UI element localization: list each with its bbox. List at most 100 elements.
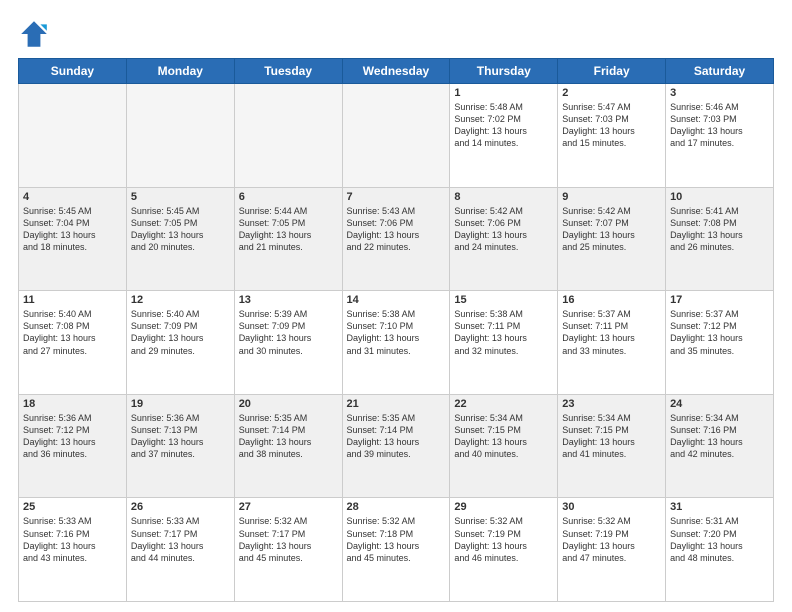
calendar-cell: 30 Sunrise: 5:32 AM Sunset: 7:19 PM Dayli… [558,498,666,602]
calendar-row-1: 4 Sunrise: 5:45 AM Sunset: 7:04 PM Daylig… [19,187,774,291]
day-info: Sunrise: 5:34 AM Sunset: 7:15 PM Dayligh… [562,412,661,461]
day-info: Sunrise: 5:40 AM Sunset: 7:09 PM Dayligh… [131,308,230,357]
day-info: Sunrise: 5:43 AM Sunset: 7:06 PM Dayligh… [347,205,446,254]
calendar-cell: 4 Sunrise: 5:45 AM Sunset: 7:04 PM Daylig… [19,187,127,291]
calendar-cell: 9 Sunrise: 5:42 AM Sunset: 7:07 PM Daylig… [558,187,666,291]
calendar-cell: 17 Sunrise: 5:37 AM Sunset: 7:12 PM Dayli… [666,291,774,395]
day-info: Sunrise: 5:32 AM Sunset: 7:18 PM Dayligh… [347,515,446,564]
day-number: 19 [131,398,230,410]
day-number: 26 [131,501,230,513]
day-number: 2 [562,87,661,99]
day-info: Sunrise: 5:45 AM Sunset: 7:04 PM Dayligh… [23,205,122,254]
day-info: Sunrise: 5:46 AM Sunset: 7:03 PM Dayligh… [670,101,769,150]
calendar-cell [234,84,342,188]
calendar-header-row: SundayMondayTuesdayWednesdayThursdayFrid… [19,59,774,84]
day-info: Sunrise: 5:32 AM Sunset: 7:17 PM Dayligh… [239,515,338,564]
calendar-cell: 1Sunrise: 5:48 AM Sunset: 7:02 PM Daylig… [450,84,558,188]
day-number: 11 [23,294,122,306]
calendar-cell [126,84,234,188]
day-info: Sunrise: 5:35 AM Sunset: 7:14 PM Dayligh… [347,412,446,461]
day-number: 17 [670,294,769,306]
calendar-cell: 16 Sunrise: 5:37 AM Sunset: 7:11 PM Dayli… [558,291,666,395]
day-number: 24 [670,398,769,410]
day-number: 9 [562,191,661,203]
calendar-cell: 14 Sunrise: 5:38 AM Sunset: 7:10 PM Dayli… [342,291,450,395]
calendar-cell: 2 Sunrise: 5:47 AM Sunset: 7:03 PM Daylig… [558,84,666,188]
day-info: Sunrise: 5:42 AM Sunset: 7:07 PM Dayligh… [562,205,661,254]
calendar-row-0: 1Sunrise: 5:48 AM Sunset: 7:02 PM Daylig… [19,84,774,188]
weekday-header-wednesday: Wednesday [342,59,450,84]
calendar-table: SundayMondayTuesdayWednesdayThursdayFrid… [18,58,774,602]
day-number: 18 [23,398,122,410]
day-number: 4 [23,191,122,203]
calendar-row-2: 11Sunrise: 5:40 AM Sunset: 7:08 PM Dayli… [19,291,774,395]
calendar-cell: 20 Sunrise: 5:35 AM Sunset: 7:14 PM Dayli… [234,394,342,498]
logo-icon [18,18,50,50]
calendar-cell [19,84,127,188]
calendar-cell: 10 Sunrise: 5:41 AM Sunset: 7:08 PM Dayli… [666,187,774,291]
day-info: Sunrise: 5:36 AM Sunset: 7:13 PM Dayligh… [131,412,230,461]
day-info: Sunrise: 5:39 AM Sunset: 7:09 PM Dayligh… [239,308,338,357]
day-number: 8 [454,191,553,203]
day-number: 7 [347,191,446,203]
calendar-cell: 25 Sunrise: 5:33 AM Sunset: 7:16 PM Dayli… [19,498,127,602]
weekday-header-saturday: Saturday [666,59,774,84]
day-number: 16 [562,294,661,306]
calendar-cell: 13 Sunrise: 5:39 AM Sunset: 7:09 PM Dayli… [234,291,342,395]
day-number: 3 [670,87,769,99]
calendar-cell: 15 Sunrise: 5:38 AM Sunset: 7:11 PM Dayli… [450,291,558,395]
calendar-row-4: 25 Sunrise: 5:33 AM Sunset: 7:16 PM Dayli… [19,498,774,602]
calendar-cell: 7 Sunrise: 5:43 AM Sunset: 7:06 PM Daylig… [342,187,450,291]
calendar-cell [342,84,450,188]
day-number: 6 [239,191,338,203]
day-info: Sunrise: 5:33 AM Sunset: 7:17 PM Dayligh… [131,515,230,564]
weekday-header-thursday: Thursday [450,59,558,84]
day-info: Sunrise: 5:32 AM Sunset: 7:19 PM Dayligh… [562,515,661,564]
calendar-cell: 21Sunrise: 5:35 AM Sunset: 7:14 PM Dayli… [342,394,450,498]
calendar-cell: 8 Sunrise: 5:42 AM Sunset: 7:06 PM Daylig… [450,187,558,291]
day-info: Sunrise: 5:37 AM Sunset: 7:11 PM Dayligh… [562,308,661,357]
day-number: 15 [454,294,553,306]
weekday-header-tuesday: Tuesday [234,59,342,84]
weekday-header-friday: Friday [558,59,666,84]
day-info: Sunrise: 5:35 AM Sunset: 7:14 PM Dayligh… [239,412,338,461]
day-info: Sunrise: 5:34 AM Sunset: 7:16 PM Dayligh… [670,412,769,461]
day-number: 5 [131,191,230,203]
day-number: 14 [347,294,446,306]
day-info: Sunrise: 5:37 AM Sunset: 7:12 PM Dayligh… [670,308,769,357]
header [18,18,774,50]
day-number: 27 [239,501,338,513]
day-info: Sunrise: 5:36 AM Sunset: 7:12 PM Dayligh… [23,412,122,461]
calendar-cell: 29Sunrise: 5:32 AM Sunset: 7:19 PM Dayli… [450,498,558,602]
calendar-cell: 24 Sunrise: 5:34 AM Sunset: 7:16 PM Dayli… [666,394,774,498]
day-info: Sunrise: 5:38 AM Sunset: 7:11 PM Dayligh… [454,308,553,357]
day-info: Sunrise: 5:33 AM Sunset: 7:16 PM Dayligh… [23,515,122,564]
day-number: 20 [239,398,338,410]
calendar-cell: 5 Sunrise: 5:45 AM Sunset: 7:05 PM Daylig… [126,187,234,291]
calendar-cell: 22Sunrise: 5:34 AM Sunset: 7:15 PM Dayli… [450,394,558,498]
day-number: 23 [562,398,661,410]
calendar-cell: 12 Sunrise: 5:40 AM Sunset: 7:09 PM Dayli… [126,291,234,395]
day-info: Sunrise: 5:41 AM Sunset: 7:08 PM Dayligh… [670,205,769,254]
day-number: 10 [670,191,769,203]
calendar-cell: 3 Sunrise: 5:46 AM Sunset: 7:03 PM Daylig… [666,84,774,188]
day-info: Sunrise: 5:45 AM Sunset: 7:05 PM Dayligh… [131,205,230,254]
day-info: Sunrise: 5:42 AM Sunset: 7:06 PM Dayligh… [454,205,553,254]
calendar-cell: 27 Sunrise: 5:32 AM Sunset: 7:17 PM Dayli… [234,498,342,602]
day-number: 12 [131,294,230,306]
day-number: 30 [562,501,661,513]
day-number: 13 [239,294,338,306]
calendar-cell: 19 Sunrise: 5:36 AM Sunset: 7:13 PM Dayli… [126,394,234,498]
page: SundayMondayTuesdayWednesdayThursdayFrid… [0,0,792,612]
day-info: Sunrise: 5:47 AM Sunset: 7:03 PM Dayligh… [562,101,661,150]
day-number: 25 [23,501,122,513]
day-info: Sunrise: 5:34 AM Sunset: 7:15 PM Dayligh… [454,412,553,461]
calendar-row-3: 18 Sunrise: 5:36 AM Sunset: 7:12 PM Dayli… [19,394,774,498]
day-number: 31 [670,501,769,513]
calendar-cell: 11Sunrise: 5:40 AM Sunset: 7:08 PM Dayli… [19,291,127,395]
weekday-header-monday: Monday [126,59,234,84]
calendar-cell: 28Sunrise: 5:32 AM Sunset: 7:18 PM Dayli… [342,498,450,602]
day-info: Sunrise: 5:32 AM Sunset: 7:19 PM Dayligh… [454,515,553,564]
calendar-cell: 6Sunrise: 5:44 AM Sunset: 7:05 PM Daylig… [234,187,342,291]
day-info: Sunrise: 5:38 AM Sunset: 7:10 PM Dayligh… [347,308,446,357]
